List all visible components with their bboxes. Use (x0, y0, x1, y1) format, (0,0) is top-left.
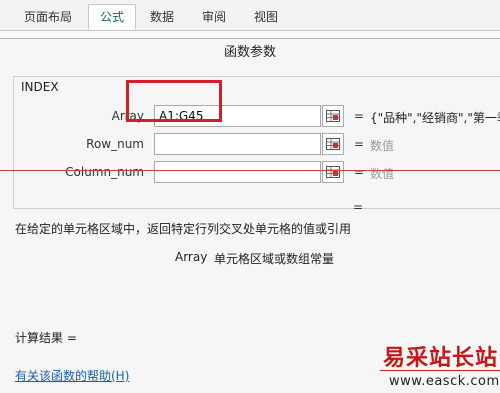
column-num-range-picker-button[interactable] (322, 161, 344, 183)
red-divider-line (0, 170, 500, 171)
tab-review[interactable]: 审阅 (196, 6, 232, 28)
ribbon-tab-bar: 页面布局 公式 数据 审阅 视图 (0, 0, 500, 31)
tab-view[interactable]: 视图 (248, 6, 284, 28)
tab-page-layout[interactable]: 页面布局 (18, 6, 78, 28)
function-help-link[interactable]: 有关该函数的帮助(H) (15, 367, 129, 384)
row-num-input[interactable] (154, 133, 321, 155)
calculation-result: 计算结果 = (15, 331, 77, 345)
column-num-input[interactable] (154, 161, 321, 183)
column-num-label: Column_num (65, 165, 144, 179)
tab-data[interactable]: 数据 (144, 6, 180, 28)
watermark-underline (380, 370, 500, 371)
function-description: 在给定的单元格区域中，返回特定行列交叉处单元格的值或引用 (15, 222, 352, 236)
array-label: Array (111, 109, 144, 123)
function-name: INDEX (21, 80, 59, 94)
row-num-result: 数值 (370, 139, 395, 153)
column-num-equals: = (354, 165, 365, 179)
array-input[interactable] (154, 105, 321, 127)
range-picker-icon (326, 110, 340, 122)
arguments-group: INDEX Array = {"品种","经销商","第一季度 Row_num (13, 76, 500, 209)
tab-formulas[interactable]: 公式 (88, 4, 136, 30)
row-num-equals: = (354, 137, 365, 151)
row-num-label: Row_num (86, 137, 144, 151)
row-num-range-picker-button[interactable] (322, 133, 344, 155)
range-picker-icon (326, 138, 340, 150)
arg-help-name: Array (175, 250, 208, 264)
array-range-picker-button[interactable] (322, 105, 344, 127)
dialog-title: 函数参数 (223, 45, 276, 60)
range-picker-icon (326, 166, 340, 178)
column-num-result: 数值 (370, 167, 395, 181)
arg-help-text: 单元格区域或数组常量 (214, 252, 335, 266)
function-arguments-dialog: 函数参数 INDEX Array = {"品种","经销商","第一季度 Row… (0, 38, 500, 393)
formula-result-equals: = (353, 200, 364, 214)
array-result: {"品种","经销商","第一季度 (370, 111, 500, 125)
array-equals: = (354, 109, 365, 123)
